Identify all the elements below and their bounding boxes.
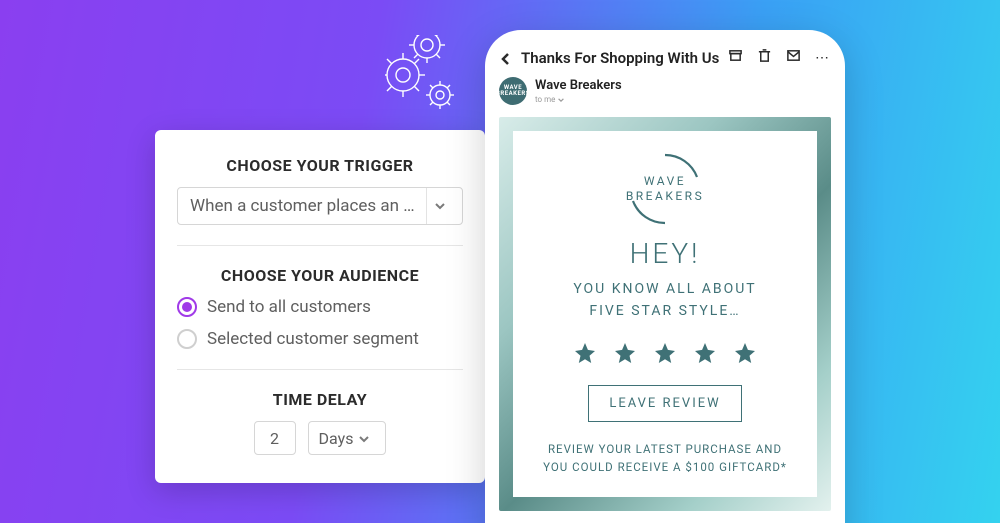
radio-icon: [177, 329, 197, 349]
divider: [177, 245, 463, 246]
sender-row: WAVEBREAKERS Wave Breakers to me: [499, 77, 831, 105]
email-body: WAVEBREAKERS HEY! YOU KNOW ALL ABOUT FIV…: [499, 117, 831, 511]
trash-icon[interactable]: [757, 48, 772, 67]
sender-avatar: WAVEBREAKERS: [499, 77, 527, 105]
star-icon: [693, 341, 717, 365]
leave-review-button[interactable]: LEAVE REVIEW: [588, 385, 741, 422]
recipient-line[interactable]: to me: [535, 95, 622, 104]
audience-option-all[interactable]: Send to all customers: [177, 297, 463, 317]
email-subject: Thanks For Shopping With Us: [521, 49, 720, 67]
background: CHOOSE YOUR TRIGGER When a customer plac…: [0, 0, 1000, 523]
promo-text: REVIEW YOUR LATEST PURCHASE AND YOU COUL…: [531, 440, 799, 477]
trigger-title: CHOOSE YOUR TRIGGER: [177, 156, 463, 175]
star-icon: [613, 341, 637, 365]
email-greeting: HEY!: [531, 237, 799, 270]
phone-preview: Thanks For Shopping With Us ⋯ WAVEBREAKE…: [485, 30, 845, 523]
star-icon: [573, 341, 597, 365]
audience-option-segment[interactable]: Selected customer segment: [177, 329, 463, 349]
audience-option-label: Selected customer segment: [207, 329, 419, 349]
automation-settings-card: CHOOSE YOUR TRIGGER When a customer plac…: [155, 130, 485, 483]
star-icon: [653, 341, 677, 365]
radio-icon-selected: [177, 297, 197, 317]
chevron-down-icon: [426, 188, 452, 224]
audience-title: CHOOSE YOUR AUDIENCE: [177, 266, 463, 285]
email-subhead: YOU KNOW ALL ABOUT FIVE STAR STYLE…: [531, 278, 799, 323]
more-icon[interactable]: ⋯: [815, 50, 831, 66]
phone-header: Thanks For Shopping With Us ⋯: [499, 48, 831, 67]
chevron-down-icon: [359, 429, 377, 448]
divider: [177, 369, 463, 370]
archive-icon[interactable]: [728, 48, 743, 67]
delay-unit-value: Days: [319, 429, 354, 448]
audience-option-label: Send to all customers: [207, 297, 371, 317]
delay-value: 2: [270, 429, 279, 448]
brand-logo: WAVEBREAKERS: [627, 151, 703, 227]
back-icon[interactable]: [499, 51, 513, 65]
star-icon: [733, 341, 757, 365]
trigger-select[interactable]: When a customer places an order: [177, 187, 463, 225]
gear-icon-cluster: [385, 35, 485, 125]
star-rating: [531, 341, 799, 365]
sender-name: Wave Breakers: [535, 78, 622, 93]
delay-title: TIME DELAY: [177, 390, 463, 409]
delay-value-input[interactable]: 2: [254, 421, 296, 455]
delay-unit-select[interactable]: Days: [308, 421, 387, 455]
trigger-select-value: When a customer places an order: [190, 196, 418, 216]
mail-icon[interactable]: [786, 48, 801, 67]
